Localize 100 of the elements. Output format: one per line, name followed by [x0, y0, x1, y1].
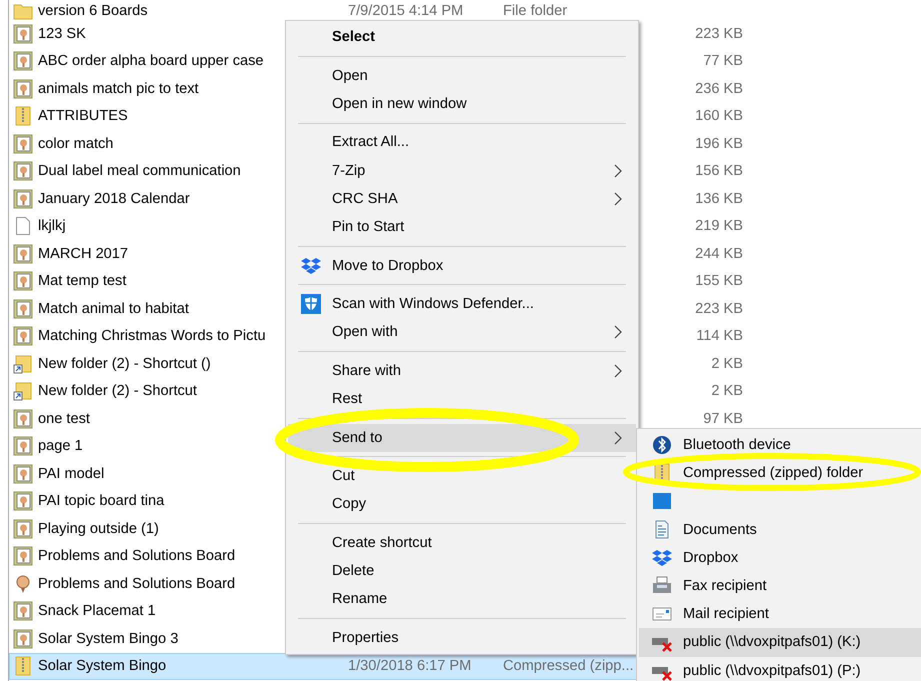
dropbox-icon — [652, 548, 672, 567]
menu-item[interactable]: Share with — [288, 356, 636, 385]
menu-item[interactable]: 7-Zip — [288, 156, 636, 185]
file-name[interactable]: Problems and Solutions Board — [38, 548, 236, 564]
menu-item[interactable]: Bluetooth device — [639, 431, 921, 460]
file-size: 77 KB — [703, 53, 743, 70]
menu-item[interactable]: Fax recipient — [639, 572, 921, 600]
menu-item[interactable]: Copy — [288, 490, 636, 518]
mail-icon — [652, 606, 672, 622]
file-name[interactable]: Playing outside (1) — [38, 520, 159, 537]
zip-folder-icon — [13, 656, 33, 676]
file-size: 2 KB — [711, 356, 743, 372]
file-name[interactable]: Problems and Solutions Board — [38, 576, 236, 592]
shield-icon — [301, 294, 321, 314]
board-file-icon — [13, 298, 33, 319]
file-size: 97 KB — [703, 410, 743, 427]
board-file-icon — [13, 161, 33, 182]
file-size: 219 KB — [695, 218, 743, 234]
file-name[interactable]: Solar System Bingo 3 — [38, 630, 178, 647]
file-size: 114 KB — [696, 328, 743, 344]
menu-item[interactable]: Select — [288, 23, 636, 52]
board-file-icon — [13, 188, 33, 209]
file-size: 155 KB — [695, 273, 743, 290]
bluetooth-icon — [652, 435, 672, 456]
menu-item[interactable]: Create shortcut — [288, 528, 636, 557]
menu-item[interactable]: Move to Dropbox — [288, 251, 636, 280]
file-name[interactable]: Matching Christmas Words to Pictu — [38, 328, 266, 344]
file-type: File folder — [503, 3, 568, 19]
menu-item[interactable]: Cut — [288, 462, 636, 490]
menu-item[interactable]: Pin to Start — [288, 212, 636, 242]
menu-item[interactable]: public (\\dvoxpitpafs01) (P:) — [639, 656, 921, 681]
file-name[interactable]: color match — [38, 136, 114, 152]
document-icon — [13, 216, 33, 236]
file-name[interactable]: New folder (2) - Shortcut () — [38, 356, 211, 372]
file-size: 136 KB — [695, 190, 743, 207]
file-name[interactable]: animals match pic to text — [38, 80, 199, 97]
menu-item[interactable]: Open — [288, 62, 636, 90]
board-file-icon — [13, 628, 33, 649]
menu-item[interactable]: Mail recipient — [639, 600, 921, 628]
file-type: Compressed (zipp... — [503, 658, 634, 674]
menu-item[interactable]: Dropbox — [639, 544, 921, 572]
file-size: 223 KB — [695, 300, 743, 317]
menu-item[interactable]: public (\\dvoxpitpafs01) (K:) — [639, 628, 921, 656]
file-name[interactable]: version 6 Boards — [38, 3, 148, 19]
file-size: 223 KB — [695, 26, 743, 42]
file-size: 2 KB — [711, 383, 743, 400]
file-name[interactable]: Solar System Bingo — [38, 658, 166, 674]
board-file-icon — [13, 408, 33, 429]
board-file-icon — [13, 436, 33, 456]
menu-item[interactable]: Documents — [639, 516, 921, 544]
file-name[interactable]: lkjlkj — [38, 218, 66, 234]
file-size: 244 KB — [695, 246, 743, 262]
board-file-icon — [13, 326, 33, 346]
board-file-icon — [13, 546, 33, 566]
board-file-icon — [13, 464, 33, 484]
file-name[interactable]: PAI model — [38, 466, 104, 482]
menu-item[interactable]: Scan with Windows Defender... — [288, 290, 636, 318]
file-name[interactable]: ATTRIBUTES — [38, 108, 128, 124]
board-file-icon — [13, 134, 33, 154]
file-name[interactable]: 123 SK — [38, 26, 86, 42]
board-file-icon — [13, 78, 33, 99]
file-name[interactable]: Dual label meal communication — [38, 163, 241, 180]
file-name[interactable]: Snack Placemat 1 — [38, 603, 156, 620]
folder-shortcut-icon — [13, 381, 33, 402]
board-file-icon — [13, 244, 33, 264]
menu-item[interactable]: CRC SHA — [288, 184, 636, 213]
board-file-icon — [13, 24, 33, 44]
file-size: 156 KB — [695, 163, 743, 180]
file-size: 196 KB — [695, 136, 743, 152]
board-file-icon — [13, 51, 33, 72]
file-name[interactable]: PAI topic board tina — [38, 493, 164, 510]
menu-item[interactable]: Compressed (zipped) folder — [639, 459, 921, 488]
board-file-icon — [13, 518, 33, 539]
file-name[interactable]: Match animal to habitat — [38, 300, 189, 317]
zip-folder-icon — [13, 106, 33, 126]
date-modified: 7/9/2015 4:14 PM — [348, 3, 464, 19]
menu-item[interactable]: Rest — [288, 384, 636, 414]
menu-item[interactable]: Extract All... — [288, 128, 636, 156]
menu-item[interactable]: Delete — [288, 557, 636, 586]
menu-item[interactable]: Rename — [288, 585, 636, 614]
menu-item[interactable]: Open with — [288, 318, 636, 346]
file-name[interactable]: New folder (2) - Shortcut — [38, 383, 197, 400]
file-name[interactable]: Mat temp test — [38, 273, 126, 290]
menu-item[interactable]: Open in new window — [288, 90, 636, 118]
board-file-icon — [13, 491, 33, 512]
folder-shortcut-icon — [13, 354, 33, 374]
menu-item[interactable]: Properties — [288, 624, 636, 652]
date-modified: 1/30/2018 6:17 PM — [348, 658, 472, 674]
file-name[interactable]: one test — [38, 410, 90, 427]
file-name[interactable]: MARCH 2017 — [38, 246, 128, 262]
board-file-icon — [13, 601, 33, 622]
menu-item[interactable]: Send to — [288, 424, 636, 452]
file-name[interactable]: page 1 — [38, 438, 83, 454]
dropbox-icon — [301, 256, 321, 275]
file-size: 160 KB — [695, 108, 743, 124]
file-name[interactable]: ABC order alpha board upper case — [38, 53, 264, 70]
desktop-icon — [652, 491, 672, 512]
file-size: 236 KB — [695, 80, 743, 97]
file-name[interactable]: January 2018 Calendar — [38, 190, 190, 207]
board-file-icon — [13, 271, 33, 292]
